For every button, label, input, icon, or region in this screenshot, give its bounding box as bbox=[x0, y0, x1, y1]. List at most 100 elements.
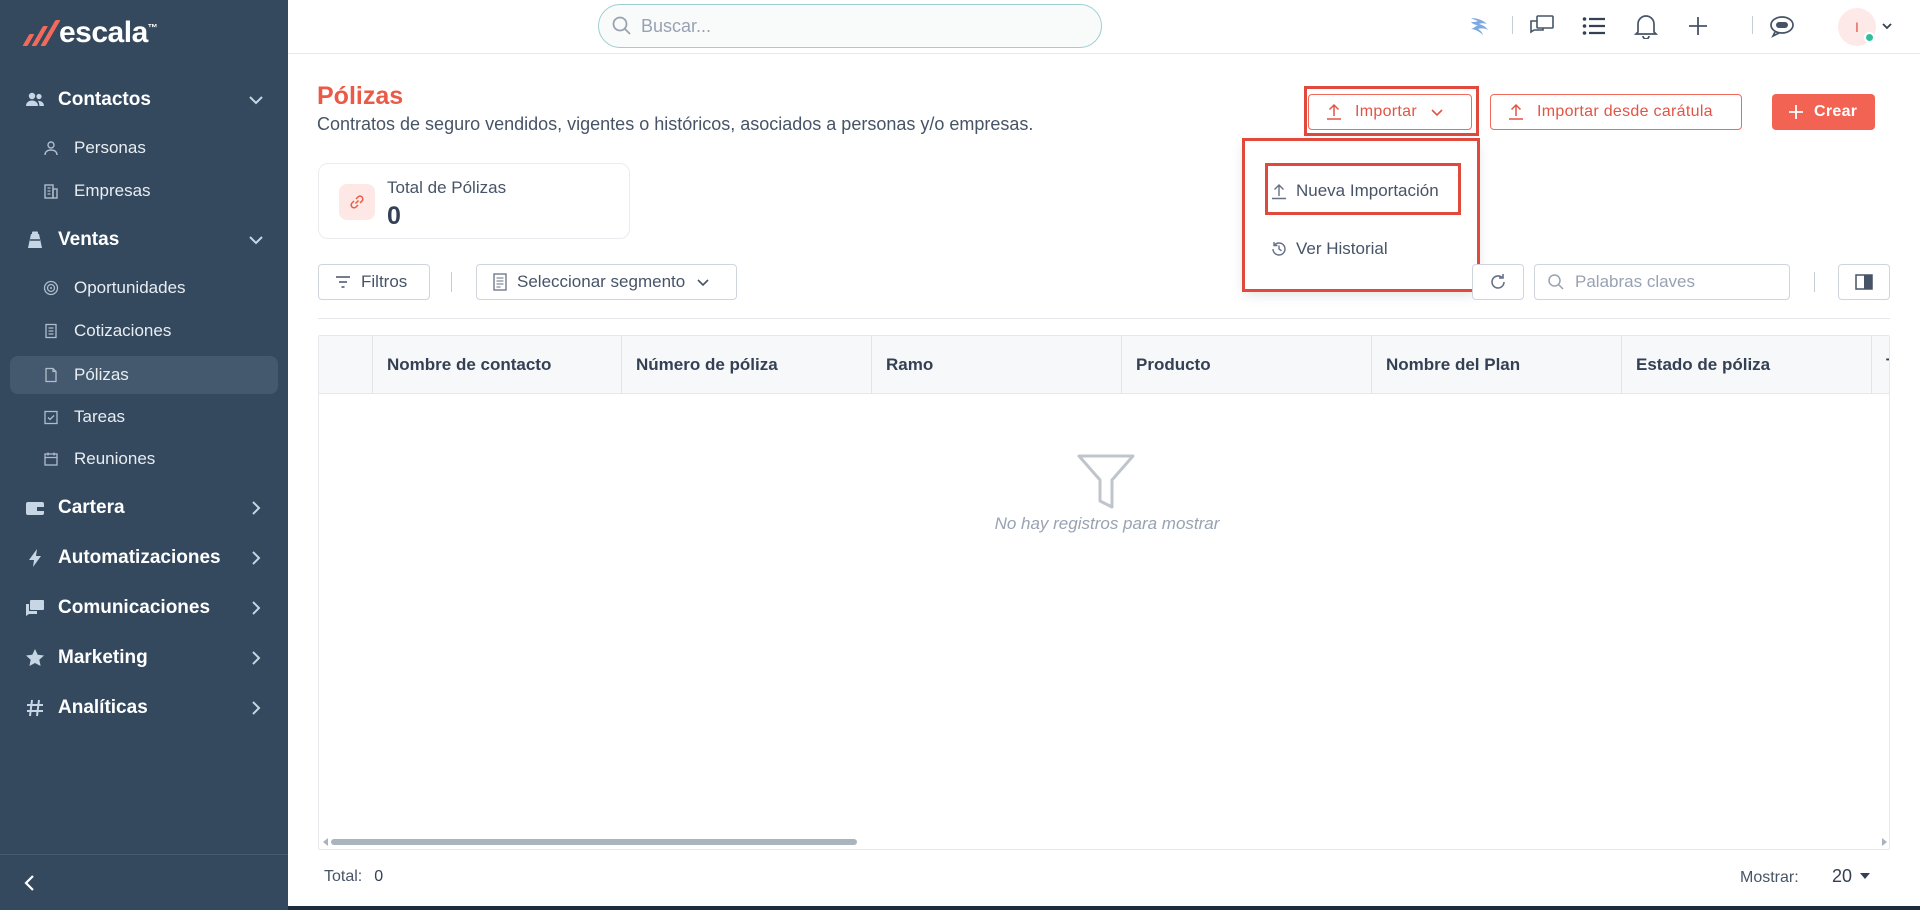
escala-logo[interactable]: escala™ bbox=[22, 16, 158, 50]
link-icon bbox=[339, 184, 375, 220]
stat-value: 0 bbox=[387, 202, 401, 230]
topbar-separator bbox=[1512, 16, 1513, 34]
create-button[interactable]: Crear bbox=[1772, 94, 1875, 130]
column-header-policy-number[interactable]: Número de póliza bbox=[621, 336, 871, 394]
show-label: Mostrar: bbox=[1740, 869, 1799, 886]
chevron-down-icon[interactable] bbox=[1880, 19, 1894, 33]
chevron-down-icon bbox=[249, 96, 263, 105]
top-bar: I bbox=[288, 0, 1920, 54]
sidebar-section-label: Cartera bbox=[58, 497, 125, 518]
building-icon bbox=[42, 182, 60, 200]
column-header-contact-name[interactable]: Nombre de contacto bbox=[372, 336, 621, 394]
column-header-policy-status[interactable]: Estado de póliza bbox=[1621, 336, 1871, 394]
scroll-left-icon[interactable] bbox=[323, 838, 329, 846]
briefcase-icon bbox=[24, 229, 46, 251]
chevron-right-icon bbox=[252, 651, 261, 665]
table-select-column bbox=[319, 336, 372, 394]
menu-item-view-history[interactable]: Ver Historial bbox=[1270, 234, 1388, 264]
sidebar-section-analiticas[interactable]: Analíticas bbox=[10, 688, 278, 728]
sidebar-section-label: Contactos bbox=[58, 89, 151, 110]
columns-icon bbox=[1855, 274, 1873, 290]
sidebar-item-reuniones[interactable]: Reuniones bbox=[10, 440, 278, 478]
policies-table: Nombre de contacto Número de póliza Ramo… bbox=[318, 335, 1890, 850]
chevron-right-icon bbox=[252, 701, 261, 715]
sidebar-item-label: Reuniones bbox=[74, 449, 156, 468]
horizontal-scrollbar[interactable] bbox=[323, 835, 1887, 847]
sidebar-item-personas[interactable]: Personas bbox=[10, 129, 278, 167]
filters-button-label: Filtros bbox=[361, 272, 408, 291]
logo-mark-icon bbox=[22, 20, 61, 46]
column-header-product[interactable]: Producto bbox=[1121, 336, 1371, 394]
collapse-sidebar-icon[interactable] bbox=[18, 871, 42, 895]
sidebar-section-ventas[interactable]: Ventas bbox=[10, 220, 278, 260]
plus-icon[interactable] bbox=[1684, 12, 1712, 40]
sidebar-section-label: Marketing bbox=[58, 647, 148, 668]
hash-icon bbox=[24, 697, 46, 719]
column-header-truncated[interactable]: T bbox=[1871, 336, 1889, 394]
chat-bubbles-icon[interactable] bbox=[1528, 12, 1556, 40]
scroll-right-icon[interactable] bbox=[1881, 838, 1887, 846]
import-from-cover-label: Importar desde carátula bbox=[1537, 103, 1713, 120]
sidebar: escala™ Contactos Personas Empresas Vent… bbox=[0, 0, 288, 910]
import-button[interactable]: Importar bbox=[1308, 94, 1472, 130]
sidebar-item-label: Cotizaciones bbox=[74, 321, 172, 340]
sidebar-item-label: Tareas bbox=[74, 407, 126, 426]
keywords-search[interactable] bbox=[1534, 264, 1790, 300]
sidebar-item-label: Oportunidades bbox=[74, 278, 186, 297]
segment-select[interactable]: Seleccionar segmento bbox=[476, 264, 737, 300]
checkbox-icon bbox=[42, 408, 60, 426]
column-header-plan-name[interactable]: Nombre del Plan bbox=[1371, 336, 1621, 394]
empty-filter-icon bbox=[1077, 454, 1135, 509]
sidebar-section-label: Ventas bbox=[58, 229, 120, 250]
sidebar-section-label: Comunicaciones bbox=[58, 597, 211, 618]
filter-separator bbox=[1814, 272, 1815, 292]
total-value: 0 bbox=[374, 868, 384, 885]
sidebar-item-label: Personas bbox=[74, 138, 146, 157]
sidebar-section-cartera[interactable]: Cartera bbox=[10, 488, 278, 528]
logo-text: escala™ bbox=[59, 16, 158, 49]
sidebar-section-automatizaciones[interactable]: Automatizaciones bbox=[10, 538, 278, 578]
sidebar-item-cotizaciones[interactable]: Cotizaciones bbox=[10, 312, 278, 350]
filters-button[interactable]: Filtros bbox=[318, 264, 430, 300]
list-icon[interactable] bbox=[1580, 12, 1608, 40]
support-chat-icon[interactable] bbox=[1768, 12, 1796, 40]
search-icon bbox=[1548, 274, 1564, 290]
target-icon bbox=[42, 279, 60, 297]
sidebar-item-tareas[interactable]: Tareas bbox=[10, 398, 278, 436]
menu-item-new-import[interactable]: Nueva Importación bbox=[1270, 176, 1439, 206]
page-size-select[interactable]: 20 bbox=[1832, 866, 1871, 887]
import-from-cover-button[interactable]: Importar desde carátula bbox=[1490, 94, 1742, 130]
sidebar-item-empresas[interactable]: Empresas bbox=[10, 172, 278, 210]
columns-toggle-button[interactable] bbox=[1838, 264, 1890, 300]
page-size-value: 20 bbox=[1832, 866, 1853, 886]
sidebar-section-contactos[interactable]: Contactos bbox=[10, 80, 278, 120]
keywords-input[interactable] bbox=[1575, 272, 1775, 292]
sidebar-item-polizas[interactable]: Pólizas bbox=[10, 356, 278, 394]
chevron-right-icon bbox=[252, 501, 261, 515]
upload-icon bbox=[1509, 103, 1523, 120]
filter-lines-icon bbox=[336, 276, 350, 288]
sidebar-item-oportunidades[interactable]: Oportunidades bbox=[10, 269, 278, 307]
refresh-button[interactable] bbox=[1472, 264, 1524, 300]
chevron-down-icon bbox=[249, 236, 263, 245]
global-search[interactable] bbox=[598, 4, 1102, 48]
wallet-icon bbox=[24, 497, 46, 519]
file-icon bbox=[42, 366, 60, 384]
sidebar-section-comunicaciones[interactable]: Comunicaciones bbox=[10, 588, 278, 628]
sidebar-section-marketing[interactable]: Marketing bbox=[10, 638, 278, 678]
column-header-ramo[interactable]: Ramo bbox=[871, 336, 1121, 394]
document-icon bbox=[42, 322, 60, 340]
bell-icon[interactable] bbox=[1632, 12, 1660, 40]
segment-select-label: Seleccionar segmento bbox=[517, 272, 686, 291]
person-icon bbox=[42, 139, 60, 157]
chevron-right-icon bbox=[252, 551, 261, 565]
sidebar-section-label: Analíticas bbox=[58, 697, 148, 718]
wing-logo-icon[interactable] bbox=[1466, 12, 1494, 40]
menu-item-label: Ver Historial bbox=[1296, 239, 1388, 258]
search-input[interactable] bbox=[641, 15, 1081, 37]
chevron-down-icon bbox=[1431, 109, 1443, 117]
scrollbar-thumb[interactable] bbox=[331, 839, 857, 845]
filter-separator bbox=[451, 272, 452, 292]
star-icon bbox=[24, 647, 46, 669]
table-header: Nombre de contacto Número de póliza Ramo… bbox=[319, 336, 1889, 394]
